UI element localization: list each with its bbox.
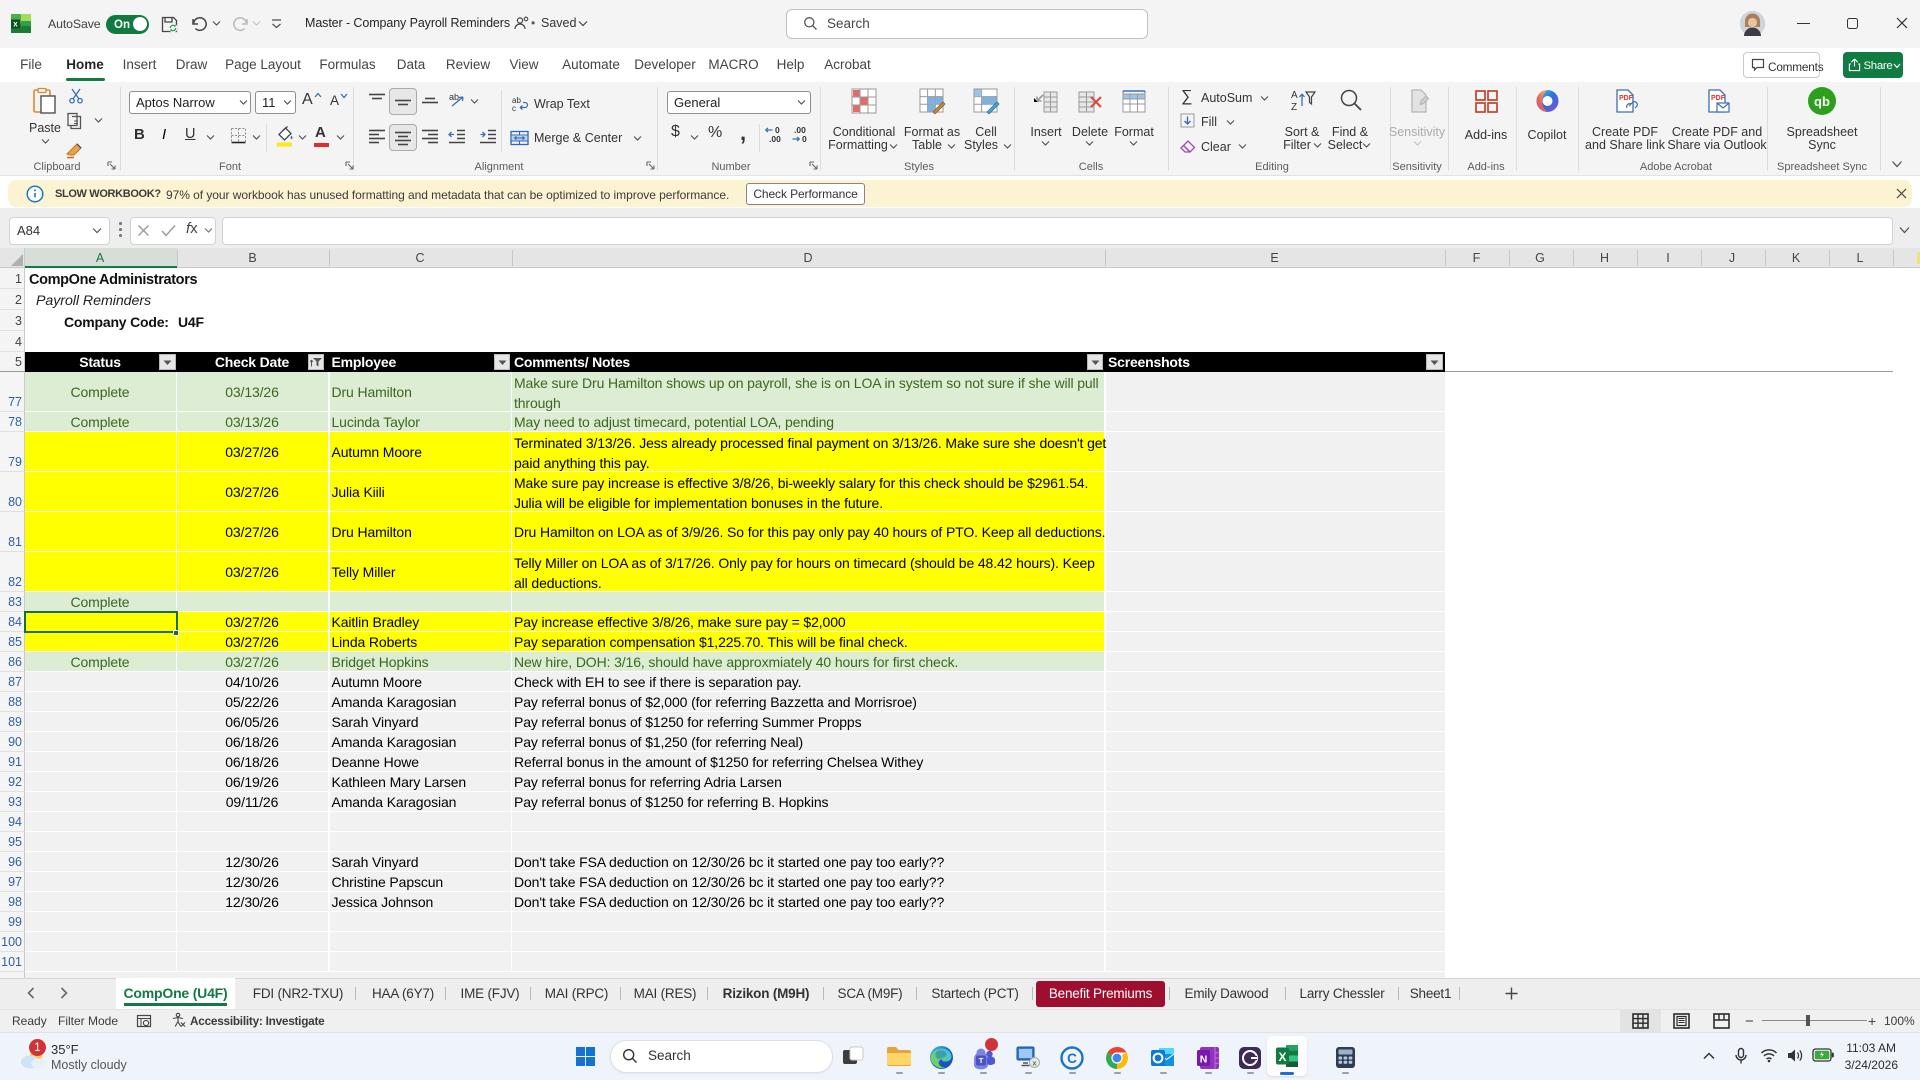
svg-text:x: x (13, 20, 18, 29)
svg-text:PDF: PDF (1711, 95, 1726, 102)
svg-text:.00: .00 (769, 134, 781, 144)
svg-text:A: A (1291, 90, 1298, 101)
svg-text:N: N (1200, 1054, 1208, 1066)
svg-text:x: x (1033, 1061, 1037, 1068)
svg-text:PDF: PDF (1619, 95, 1634, 102)
svg-text:X: X (1278, 1050, 1286, 1064)
svg-text:0: 0 (802, 134, 807, 144)
svg-text:C: C (1067, 1051, 1077, 1066)
svg-text:Z: Z (1291, 102, 1297, 113)
svg-text:qb: qb (1814, 94, 1830, 109)
svg-text:c: c (512, 104, 516, 112)
svg-text:T: T (979, 1056, 984, 1065)
svg-text:ab: ab (449, 92, 459, 102)
